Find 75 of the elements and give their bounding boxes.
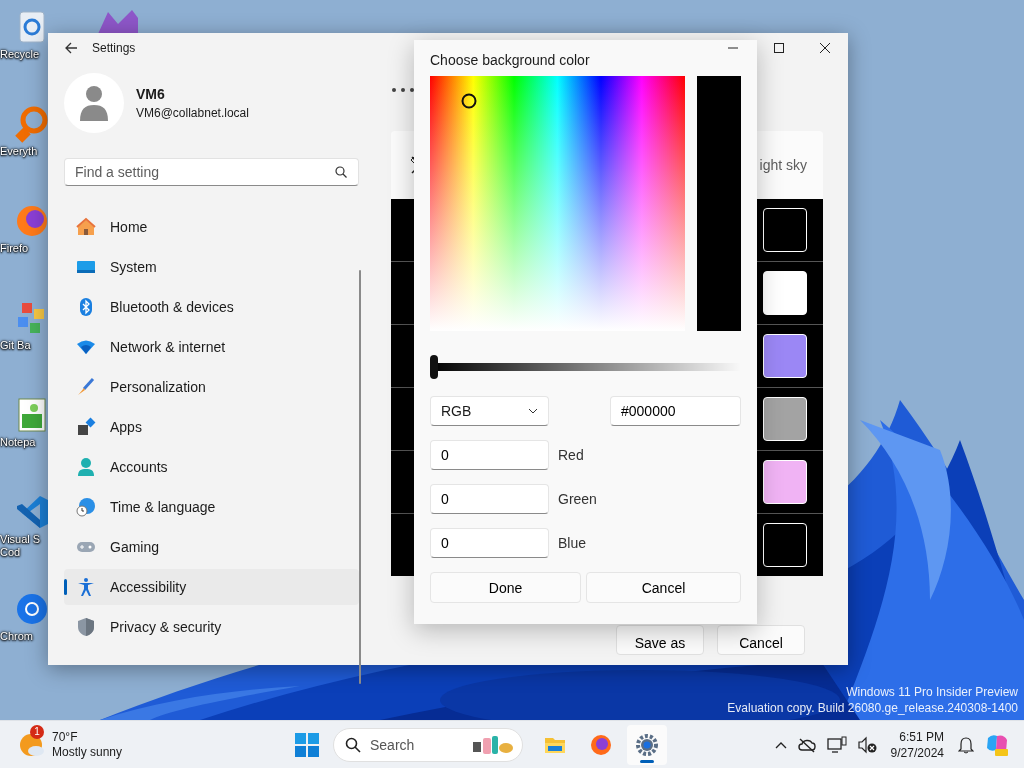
mode-dropdown[interactable]: RGB [430, 396, 549, 426]
chevron-down-icon [528, 408, 538, 414]
temperature: 70°F [52, 729, 79, 745]
search-icon [335, 166, 347, 178]
nav-item[interactable]: Personalization [64, 369, 359, 405]
code-editor-icon[interactable] [14, 493, 50, 531]
button[interactable]: Cancel [586, 572, 741, 603]
globe-clock-icon [76, 497, 96, 517]
picker-handle-icon[interactable] [461, 93, 477, 109]
nav-item[interactable]: System [64, 249, 359, 285]
more-options-icon[interactable] [391, 87, 415, 93]
clock-time[interactable]: 6:51 PM [899, 728, 944, 745]
nav-item[interactable]: Time & language [64, 489, 359, 525]
paintbrush-icon [76, 377, 96, 397]
nav-item[interactable]: Apps [64, 409, 359, 445]
back-arrow-icon[interactable] [64, 41, 78, 55]
button[interactable]: Save as [616, 625, 704, 655]
field-label: Blue [558, 535, 587, 551]
nav-item[interactable]: Bluetooth & devices [64, 289, 359, 325]
clock-date[interactable]: 9/27/2024 [890, 744, 944, 761]
hex-input-field[interactable]: #000000 [610, 396, 741, 426]
speaker-muted-icon[interactable] [856, 735, 877, 754]
house-icon [76, 217, 96, 237]
button[interactable]: Cancel [717, 625, 805, 655]
slider-thumb[interactable] [430, 355, 438, 379]
selection-indicator [64, 579, 67, 595]
user-name: VM6 [136, 86, 166, 102]
search-highlight-icon [471, 733, 515, 756]
person-icon [76, 457, 96, 477]
nav-item[interactable]: Privacy & security [64, 609, 359, 645]
watermark-text: Windows 11 Pro Insider Preview [846, 684, 1018, 700]
nav-item[interactable]: Accounts [64, 449, 359, 485]
number-input-field[interactable]: 0 [430, 528, 549, 558]
active-indicator [640, 759, 654, 763]
dialog-title: Choose background color [430, 52, 591, 70]
number-input-field[interactable]: 0 [430, 440, 549, 470]
setting-search-field[interactable]: Find a setting [64, 158, 359, 186]
network-icon[interactable] [826, 735, 847, 754]
field-label: Red [558, 447, 584, 463]
chevron-up-icon[interactable] [774, 740, 787, 749]
nav-item[interactable]: Network & internet [64, 329, 359, 365]
maximize-icon [774, 43, 784, 53]
color-swatch[interactable] [763, 397, 807, 441]
gear-icon [635, 732, 659, 757]
scrollbar[interactable] [359, 270, 361, 684]
nav-item[interactable]: Gaming [64, 529, 359, 565]
color-spectrum[interactable] [430, 76, 686, 331]
window-title: Settings [92, 41, 136, 55]
color-swatch[interactable] [763, 523, 807, 567]
taskbar-search-field[interactable]: Search [333, 727, 523, 762]
search-icon [345, 736, 361, 753]
browser-icon [589, 732, 613, 757]
color-swatch[interactable] [763, 460, 807, 504]
taskbar-app[interactable] [627, 724, 667, 765]
color-swatch[interactable] [763, 271, 807, 315]
button[interactable]: Done [430, 572, 581, 603]
notification-badge: 1 [30, 724, 44, 739]
close-icon [820, 43, 830, 53]
windows-logo-icon [295, 732, 319, 757]
color-swatch[interactable] [763, 334, 807, 378]
user-email: VM6@collabnet.local [136, 106, 249, 120]
field-label: Green [558, 491, 597, 507]
weather-condition: Mostly sunny [52, 744, 123, 760]
theme-name: ight sky [759, 157, 807, 173]
bell-icon[interactable] [958, 735, 974, 754]
number-input-field[interactable]: 0 [430, 484, 549, 514]
shield-icon [76, 617, 96, 637]
magnifier-icon[interactable] [14, 105, 50, 143]
person-icon [79, 85, 109, 121]
nav-item[interactable]: Home [64, 209, 359, 245]
apps-icon [76, 417, 96, 437]
cloud-off-icon[interactable] [796, 736, 817, 753]
color-swatch[interactable] [763, 208, 807, 252]
nav-item[interactable]: Accessibility [64, 569, 359, 605]
watermark-text: Evaluation copy. Build 26080.ge_release.240308-1400 [727, 700, 1018, 716]
